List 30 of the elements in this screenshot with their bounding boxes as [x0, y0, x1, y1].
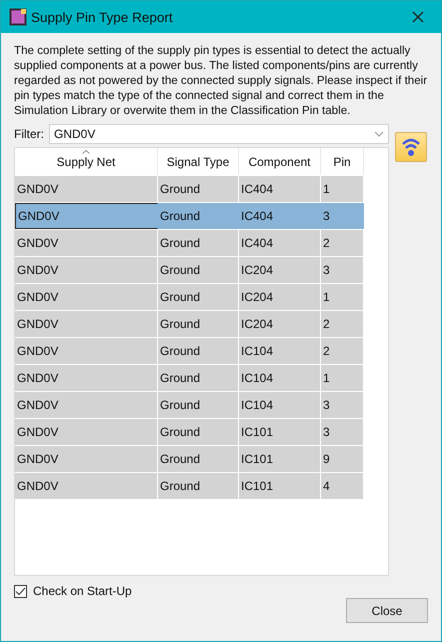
- table-row[interactable]: GND0V Ground IC204 1: [15, 283, 364, 310]
- table-row[interactable]: GND0V Ground IC404 1: [15, 175, 364, 202]
- close-button[interactable]: Close: [346, 598, 428, 623]
- description-text: The complete setting of the supply pin types is essential to detect the actually supplied components at a power bus. The listed components/pins are currently regarded as not powered by the connected supply signals. Please inspect if their pin types match the type of the connected signal and correct them in the Simulation Library or overwite them in the Classification Pin table.: [14, 43, 428, 118]
- close-icon[interactable]: [411, 10, 425, 24]
- table-row[interactable]: GND0V Ground IC101 4: [15, 472, 364, 499]
- app-icon: [9, 8, 27, 26]
- window-title: Supply Pin Type Report: [31, 10, 174, 24]
- filter-label: Filter:: [14, 127, 44, 141]
- filter-dropdown[interactable]: GND0V: [49, 124, 389, 144]
- table-cell: GND0V: [15, 203, 158, 229]
- checkbox[interactable]: [14, 584, 27, 598]
- table-cell: GND0V: [15, 473, 158, 499]
- table-row[interactable]: GND0V Ground IC101 3: [15, 418, 364, 445]
- wireless-button[interactable]: [395, 132, 427, 162]
- table-row[interactable]: GND0V Ground IC404 3: [15, 202, 364, 229]
- table-row[interactable]: GND0V Ground IC104 2: [15, 337, 364, 364]
- table-cell: IC101: [239, 473, 321, 499]
- wireless-icon: [401, 136, 421, 158]
- table-row[interactable]: GND0V Ground IC101 9: [15, 445, 364, 472]
- table-row[interactable]: GND0V Ground IC104 3: [15, 391, 364, 418]
- table-cell: Ground: [158, 473, 239, 499]
- table-row[interactable]: GND0V Ground IC204 2: [15, 310, 364, 337]
- table-row[interactable]: GND0V Ground IC104 1: [15, 364, 364, 391]
- startup-checkbox[interactable]: Check on Start-Up: [14, 584, 428, 598]
- checkbox-label: Check on Start-Up: [33, 584, 132, 598]
- table-cell: 4: [321, 473, 364, 499]
- chevron-icon: [374, 131, 384, 137]
- table-row[interactable]: GND0V Ground IC404 2: [15, 229, 364, 256]
- table-row[interactable]: GND0V Ground IC204 3: [15, 256, 364, 283]
